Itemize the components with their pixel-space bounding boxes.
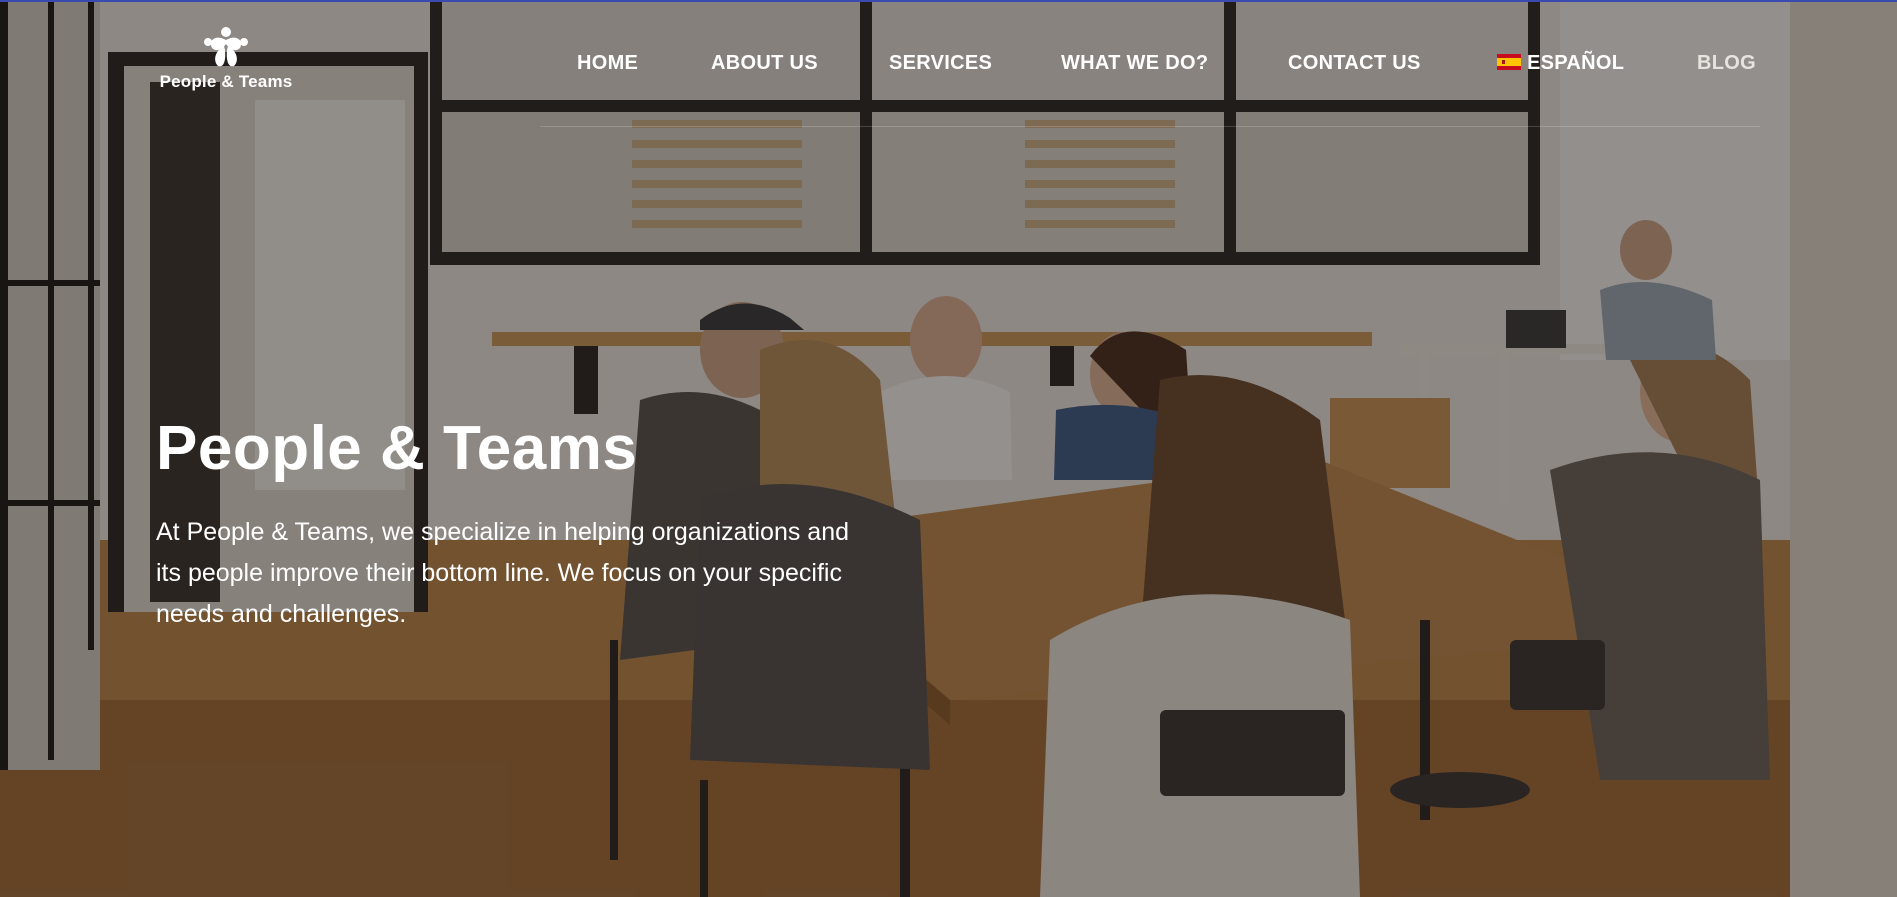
nav-home[interactable]: HOME: [577, 51, 638, 75]
nav-about-us[interactable]: ABOUT US: [711, 51, 818, 75]
nav-espanol[interactable]: ESPAÑOL: [1497, 51, 1624, 75]
hero-title: People & Teams: [156, 414, 638, 483]
hero-description: At People & Teams, we specialize in help…: [156, 518, 850, 628]
brand-name: People & Teams: [159, 72, 293, 91]
nav-what-we-do[interactable]: WHAT WE DO?: [1061, 51, 1208, 75]
nav-contact-us[interactable]: CONTACT US: [1288, 51, 1421, 75]
site-logo[interactable]: People & Teams: [152, 26, 300, 96]
spain-flag-icon: [1497, 54, 1521, 70]
nav-blog[interactable]: BLOG: [1697, 51, 1756, 75]
site-header: People & Teams HOME ABOUT US SERVICES WH…: [0, 0, 1897, 128]
nav-espanol-label: ESPAÑOL: [1527, 52, 1625, 74]
hero-section: People & Teams HOME ABOUT US SERVICES WH…: [0, 0, 1897, 897]
header-divider: [540, 126, 1760, 127]
people-flower-icon: [204, 27, 248, 67]
nav-services[interactable]: SERVICES: [889, 51, 992, 75]
